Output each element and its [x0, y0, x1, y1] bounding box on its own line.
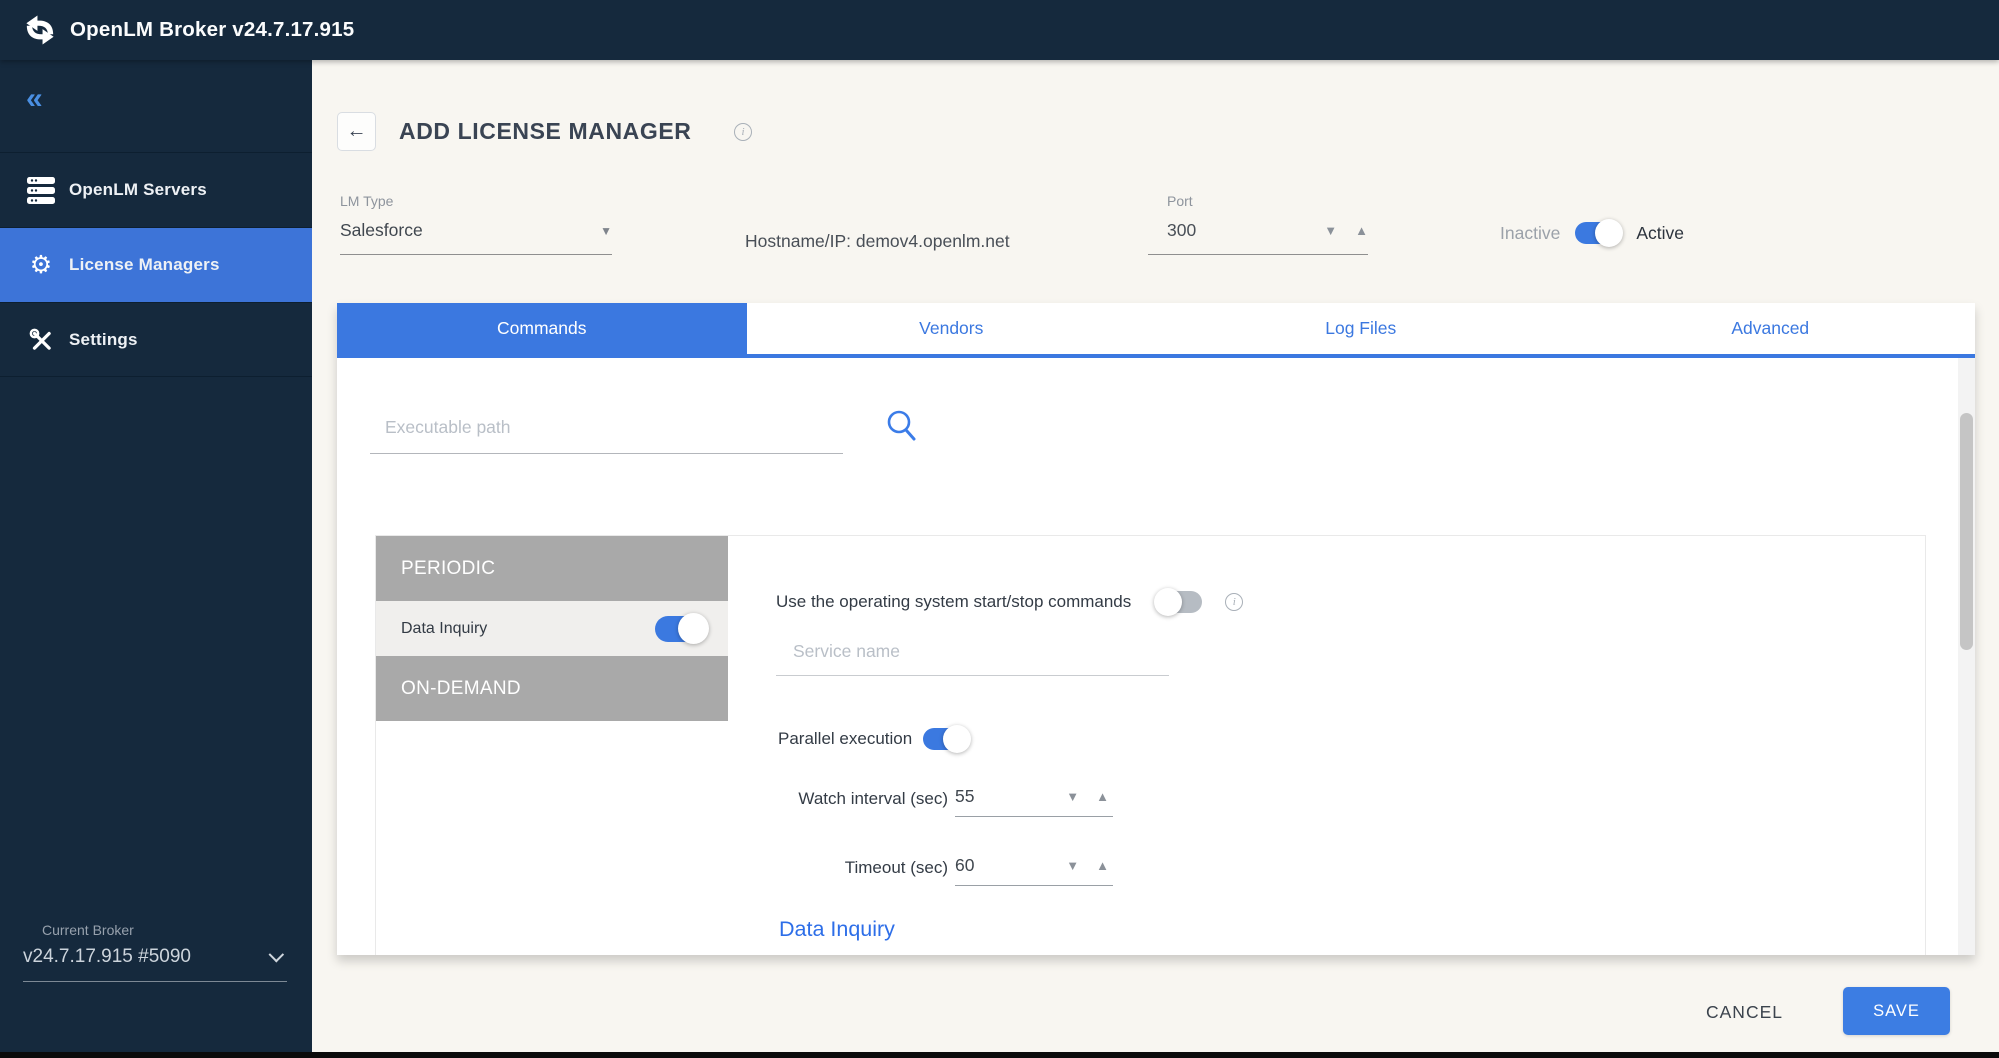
watch-interval-input[interactable] — [955, 786, 1017, 807]
data-inquiry-label: Data Inquiry — [401, 620, 487, 638]
lm-type-value: Salesforce — [340, 220, 423, 241]
tab-bar: Commands Vendors Log Files Advanced — [337, 303, 1975, 354]
timeout-label: Timeout (sec) — [778, 855, 948, 878]
watch-interval-label: Watch interval (sec) — [778, 786, 948, 809]
sidebar-item-settings[interactable]: Settings — [0, 302, 312, 377]
timeout-increment-icon[interactable]: ▲ — [1096, 859, 1109, 872]
parallel-execution-row: Parallel execution — [778, 728, 969, 750]
watch-interval-increment-icon[interactable]: ▲ — [1096, 790, 1109, 803]
executable-path-input[interactable] — [370, 407, 843, 453]
tab-vendors[interactable]: Vendors — [747, 303, 1157, 354]
tab-commands[interactable]: Commands — [337, 303, 747, 354]
port-increment-icon[interactable]: ▲ — [1355, 224, 1368, 237]
executable-path-field — [370, 407, 843, 454]
watch-interval-field: ▼ ▲ — [955, 786, 1113, 817]
parallel-execution-label: Parallel execution — [778, 729, 912, 749]
toggle-knob — [1154, 588, 1182, 616]
section-on-demand[interactable]: ON-DEMAND — [376, 656, 728, 721]
lm-type-select[interactable]: LM Type Salesforce ▼ — [340, 193, 612, 255]
port-label: Port — [1148, 193, 1368, 209]
parallel-execution-toggle[interactable] — [923, 728, 969, 750]
tab-panel: Commands Vendors Log Files Advanced PERI… — [337, 303, 1975, 955]
timeout-input[interactable] — [955, 855, 1017, 876]
sidebar-item-openlm-servers[interactable]: OpenLM Servers — [0, 152, 312, 227]
hostname-text: Hostname/IP: demov4.openlm.net — [745, 231, 1010, 252]
app-title: OpenLM Broker v24.7.17.915 — [70, 18, 354, 42]
port-input[interactable] — [1167, 220, 1287, 241]
timeout-decrement-icon[interactable]: ▼ — [1066, 859, 1079, 872]
toggle-knob — [1595, 219, 1623, 247]
data-inquiry-heading[interactable]: Data Inquiry — [779, 917, 895, 942]
back-button[interactable]: ← — [337, 112, 376, 151]
list-item-data-inquiry[interactable]: Data Inquiry — [376, 601, 728, 656]
data-inquiry-toggle[interactable] — [655, 616, 707, 642]
top-bar: OpenLM Broker v24.7.17.915 — [0, 0, 1999, 60]
sidebar-item-label: License Managers — [69, 255, 220, 275]
watch-interval-row: Watch interval (sec) ▼ ▲ — [778, 786, 1113, 817]
toggle-knob — [678, 613, 709, 644]
info-icon[interactable]: i — [1225, 593, 1243, 611]
active-label: Active — [1636, 223, 1684, 244]
os-commands-row: Use the operating system start/stop comm… — [776, 591, 1243, 613]
dropdown-caret-icon: ▼ — [600, 224, 612, 238]
sidebar-nav: OpenLM Servers ⚙ License Managers Settin… — [0, 152, 312, 377]
commands-panel: PERIODIC Data Inquiry ON-DEMAND Use the … — [375, 535, 1926, 955]
chevron-down-icon — [269, 946, 285, 962]
watch-interval-decrement-icon[interactable]: ▼ — [1066, 790, 1079, 803]
sidebar-item-license-managers[interactable]: ⚙ License Managers — [0, 227, 312, 302]
scrollbar-thumb[interactable] — [1960, 413, 1973, 650]
os-commands-toggle[interactable] — [1156, 591, 1202, 613]
current-broker-label: Current Broker — [23, 922, 287, 938]
lm-type-label: LM Type — [340, 193, 612, 209]
sidebar-item-label: OpenLM Servers — [69, 180, 207, 200]
toggle-knob — [943, 725, 971, 753]
sidebar: « — [0, 60, 312, 1058]
command-sections-column: PERIODIC Data Inquiry ON-DEMAND — [376, 536, 728, 721]
current-broker-select[interactable]: v24.7.17.915 #5090 — [23, 946, 287, 982]
save-button[interactable]: SAVE — [1843, 987, 1950, 1035]
tab-log-files[interactable]: Log Files — [1156, 303, 1566, 354]
scrollbar-track[interactable] — [1958, 358, 1975, 955]
bottom-edge-strip — [0, 1052, 1999, 1058]
section-periodic[interactable]: PERIODIC — [376, 536, 728, 601]
service-name-field — [776, 635, 1169, 676]
status-toggle-group: Inactive Active — [1500, 222, 1684, 244]
timeout-field: ▼ ▲ — [955, 855, 1113, 886]
port-decrement-icon[interactable]: ▼ — [1324, 224, 1337, 237]
page-title: ADD LICENSE MANAGER — [399, 118, 692, 145]
openlm-logo-icon — [22, 12, 58, 48]
cancel-button[interactable]: CANCEL — [1694, 994, 1795, 1031]
search-icon[interactable] — [885, 408, 919, 444]
tab-advanced[interactable]: Advanced — [1566, 303, 1976, 354]
service-name-input[interactable] — [776, 635, 1169, 675]
os-commands-label: Use the operating system start/stop comm… — [776, 592, 1131, 612]
current-broker-value: v24.7.17.915 #5090 — [23, 946, 191, 968]
inactive-label: Inactive — [1500, 223, 1560, 244]
gear-icon: ⚙ — [24, 250, 58, 280]
active-status-toggle[interactable] — [1575, 222, 1621, 244]
port-field: Port ▼ ▲ — [1148, 193, 1368, 255]
sidebar-item-label: Settings — [69, 330, 138, 350]
current-broker-block: Current Broker v24.7.17.915 #5090 — [23, 922, 287, 982]
main-content: ← ADD LICENSE MANAGER i LM Type Salesfor… — [312, 60, 1999, 1058]
servers-icon — [24, 177, 58, 204]
info-icon[interactable]: i — [734, 123, 752, 141]
collapse-sidebar-button[interactable]: « — [26, 84, 43, 114]
timeout-row: Timeout (sec) ▼ ▲ — [778, 855, 1113, 886]
tab-underline — [337, 354, 1975, 358]
tools-icon — [24, 327, 58, 353]
back-arrow-icon: ← — [347, 120, 367, 143]
